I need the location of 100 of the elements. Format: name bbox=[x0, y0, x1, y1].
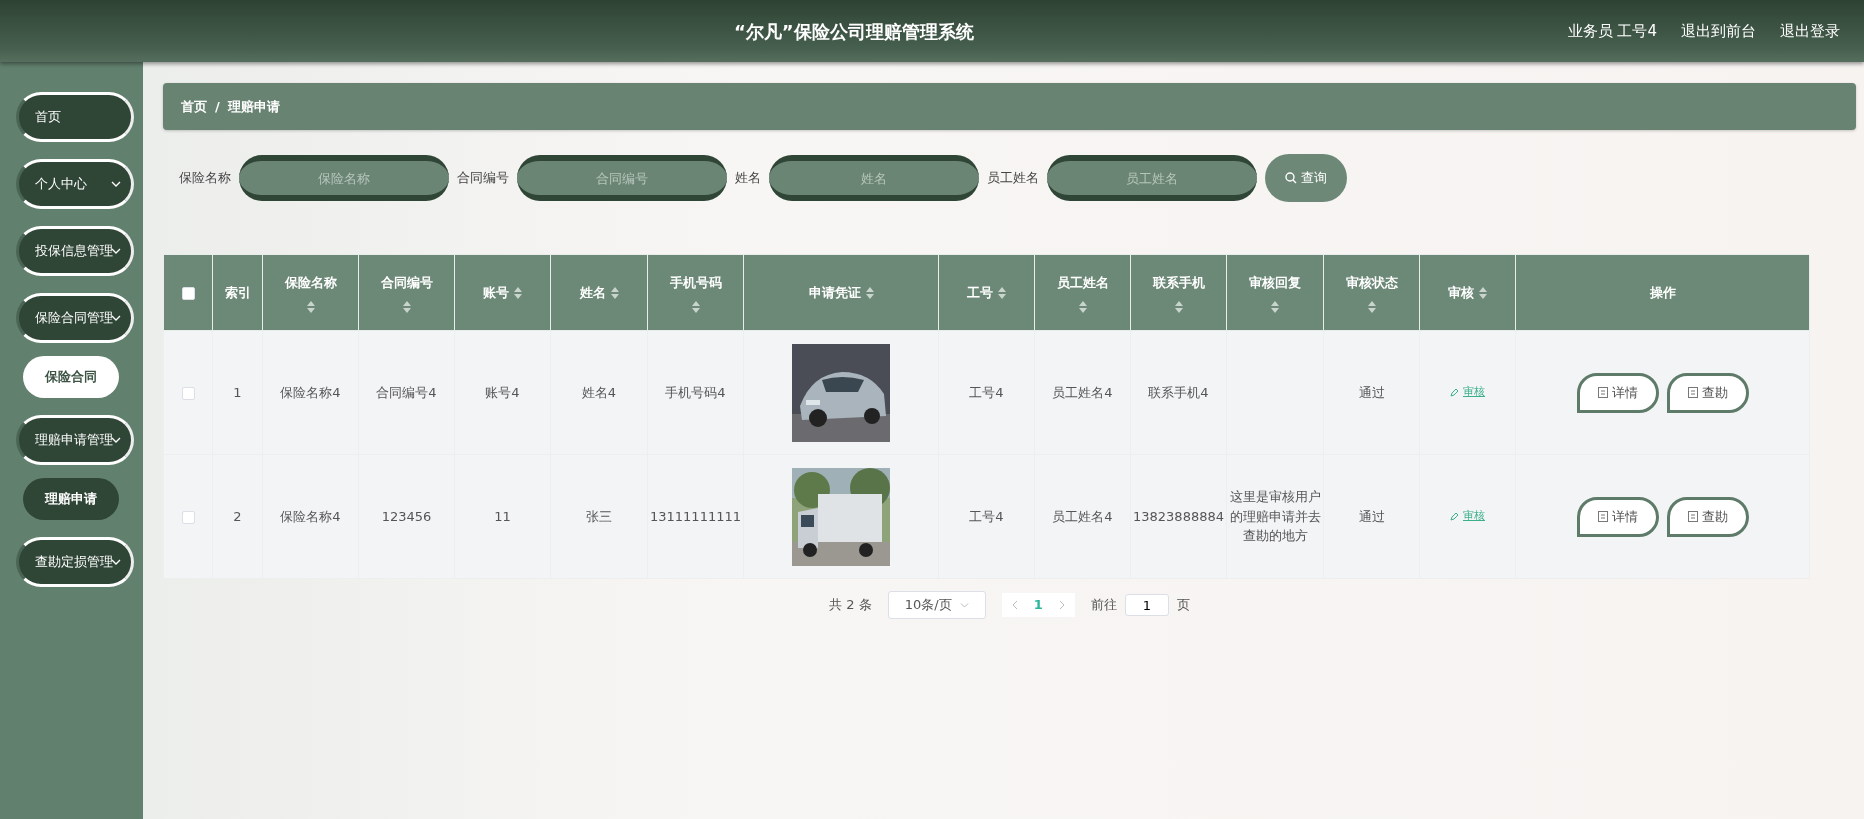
select-all-checkbox[interactable] bbox=[181, 286, 195, 300]
sort-icon bbox=[1479, 287, 1487, 300]
table-cell: 13823888884 bbox=[1133, 508, 1224, 524]
table-cell: 通过 bbox=[1358, 508, 1385, 524]
action-button[interactable]: 查勘 bbox=[1666, 372, 1749, 413]
edit-icon bbox=[1450, 511, 1459, 521]
sort-icon bbox=[1367, 300, 1376, 313]
chevron-down-icon bbox=[959, 602, 969, 608]
sort-icon bbox=[691, 300, 700, 313]
document-icon bbox=[1597, 511, 1608, 522]
chevron-down-icon bbox=[111, 315, 121, 321]
audit-link[interactable]: 审核 bbox=[1450, 384, 1485, 401]
chevron-down-icon bbox=[111, 437, 121, 443]
chevron-down-icon bbox=[111, 248, 121, 254]
page-input[interactable]: 1 bbox=[1124, 594, 1169, 616]
table-cell: 保险名称4 bbox=[280, 508, 341, 524]
table-cell: 通过 bbox=[1358, 384, 1385, 400]
table-cell: 工号4 bbox=[969, 384, 1004, 400]
total-count: 共 2 条 bbox=[829, 596, 872, 615]
table-cell: 123456 bbox=[381, 508, 432, 524]
filter-field[interactable]: 员工姓名 bbox=[1047, 155, 1257, 201]
action-button[interactable]: 详情 bbox=[1576, 496, 1659, 537]
sidebar-item[interactable]: 首页 bbox=[16, 92, 134, 142]
sidebar-item[interactable]: 查勘定损管理 bbox=[16, 537, 134, 587]
page-number[interactable]: 1 bbox=[1033, 595, 1043, 615]
table-cell: 员工姓名4 bbox=[1052, 508, 1113, 524]
action-button[interactable]: 查勘 bbox=[1666, 496, 1749, 537]
filter-field[interactable]: 保险名称 bbox=[239, 155, 449, 201]
column-header[interactable]: 手机号码 bbox=[669, 274, 722, 290]
next-page-icon[interactable] bbox=[1058, 600, 1065, 610]
breadcrumb-item[interactable]: 首页 bbox=[181, 96, 207, 117]
table-cell: 账号4 bbox=[485, 384, 520, 400]
filter-label: 员工姓名 bbox=[987, 169, 1039, 188]
table-cell: 2 bbox=[233, 508, 242, 524]
table-cell: 13111111111 bbox=[650, 508, 741, 524]
table-cell: 姓名4 bbox=[581, 384, 617, 400]
sort-icon bbox=[402, 300, 411, 313]
table-cell: 员工姓名4 bbox=[1052, 384, 1113, 400]
column-header[interactable]: 姓名 bbox=[579, 284, 606, 300]
column-header[interactable]: 工号 bbox=[967, 284, 993, 300]
audit-link[interactable]: 审核 bbox=[1450, 508, 1485, 525]
action-button[interactable]: 详情 bbox=[1576, 372, 1659, 413]
breadcrumb-item: 理赔申请 bbox=[227, 97, 280, 116]
column-header[interactable]: 合同编号 bbox=[380, 274, 433, 290]
document-icon bbox=[1687, 511, 1698, 522]
document-icon bbox=[1687, 387, 1698, 398]
filter-label: 姓名 bbox=[735, 169, 761, 188]
table-cell: 联系手机4 bbox=[1148, 384, 1209, 400]
filter-field[interactable]: 合同编号 bbox=[517, 155, 727, 201]
chevron-down-icon bbox=[111, 559, 121, 565]
column-header[interactable]: 审核回复 bbox=[1249, 274, 1301, 290]
table-cell: 工号4 bbox=[969, 508, 1004, 524]
sidebar-item[interactable]: 个人中心 bbox=[16, 159, 134, 209]
edit-icon bbox=[1450, 387, 1459, 397]
row-checkbox[interactable] bbox=[181, 386, 195, 400]
table-cell: 这里是审核用户的理赔申请并去查勘的地方 bbox=[1229, 489, 1321, 544]
table-cell: 11 bbox=[494, 508, 511, 524]
filter-field[interactable]: 姓名 bbox=[769, 155, 979, 201]
sort-icon bbox=[1174, 300, 1183, 313]
table-cell: 保险名称4 bbox=[280, 384, 341, 400]
table-cell: 张三 bbox=[586, 508, 612, 524]
sidebar-item[interactable]: 保险合同管理 bbox=[16, 293, 134, 343]
breadcrumb-separator: / bbox=[215, 97, 220, 116]
sidebar-subitem[interactable]: 保险合同 bbox=[23, 356, 119, 398]
sort-icon bbox=[1078, 300, 1087, 313]
search-button[interactable]: 查询 bbox=[1265, 154, 1347, 202]
goto-label: 前往 bbox=[1090, 596, 1117, 615]
filter-label: 合同编号 bbox=[457, 169, 509, 188]
header-link[interactable]: 退出到前台 bbox=[1681, 19, 1756, 43]
sidebar-item[interactable]: 投保信息管理 bbox=[16, 226, 134, 276]
column-header[interactable]: 员工姓名 bbox=[1056, 274, 1109, 290]
column-header[interactable]: 审核 bbox=[1448, 284, 1474, 300]
column-header: 操作 bbox=[1649, 284, 1676, 300]
chevron-down-icon bbox=[111, 181, 121, 187]
column-header[interactable]: 申请凭证 bbox=[808, 284, 861, 300]
column-header[interactable]: 账号 bbox=[483, 284, 509, 300]
column-header[interactable]: 联系手机 bbox=[1152, 274, 1205, 290]
column-header[interactable]: 审核状态 bbox=[1345, 274, 1398, 290]
sort-icon bbox=[865, 287, 874, 300]
table-cell: 手机号码4 bbox=[665, 384, 726, 400]
user-label: 业务员 工号4 bbox=[1567, 20, 1657, 42]
column-header: 索引 bbox=[224, 284, 251, 300]
sidebar-item[interactable]: 理赔申请管理 bbox=[16, 415, 134, 465]
previous-page-icon[interactable] bbox=[1011, 600, 1018, 610]
page-suffix: 页 bbox=[1176, 596, 1190, 615]
column-header[interactable]: 保险名称 bbox=[284, 274, 337, 290]
row-checkbox[interactable] bbox=[181, 510, 195, 524]
header-link[interactable]: 退出登录 bbox=[1780, 19, 1840, 43]
sidebar-subitem[interactable]: 理赔申请 bbox=[23, 478, 119, 520]
app-title: “尔凡”保险公司理赔管理系统 bbox=[733, 19, 975, 44]
sort-icon bbox=[514, 287, 522, 300]
table-cell: 1 bbox=[233, 384, 242, 400]
filter-label: 保险名称 bbox=[179, 169, 231, 188]
search-icon bbox=[1285, 172, 1297, 184]
document-icon bbox=[1597, 387, 1608, 398]
sort-icon bbox=[306, 300, 315, 313]
page-size-select[interactable]: 10条/页 bbox=[887, 591, 986, 619]
sort-icon bbox=[610, 287, 619, 300]
sort-icon bbox=[998, 287, 1006, 300]
table-cell: 合同编号4 bbox=[376, 384, 437, 400]
